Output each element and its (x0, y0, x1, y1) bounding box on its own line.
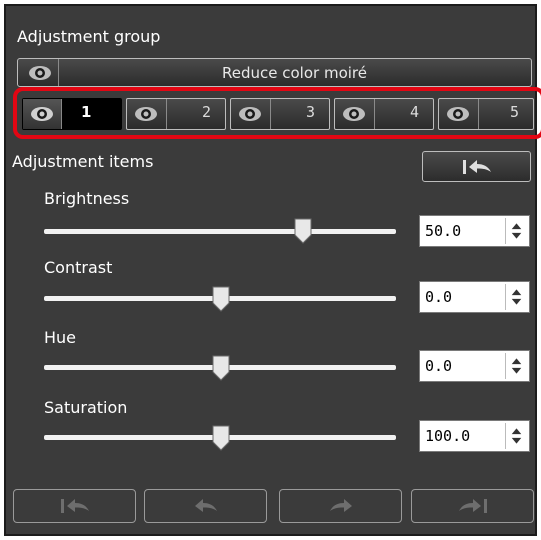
group-2-label: 2 (201, 103, 211, 121)
group-3-label: 3 (305, 103, 315, 121)
eye-icon[interactable] (231, 99, 269, 129)
contrast-slider-thumb[interactable] (212, 286, 230, 312)
reduce-color-moire-label: Reduce color moiré (222, 63, 367, 82)
spinner-arrows-icon[interactable] (505, 353, 527, 379)
brightness-value-field[interactable]: 50.0 (419, 215, 530, 247)
reset-items-button[interactable] (422, 151, 531, 182)
hue-label: Hue (44, 328, 77, 347)
eye-icon[interactable] (335, 99, 373, 129)
contrast-label: Contrast (44, 258, 113, 277)
hue-value-field[interactable]: 0.0 (419, 350, 530, 382)
reduce-color-moire-button[interactable]: Reduce color moiré (17, 58, 532, 87)
spinner-arrows-icon[interactable] (505, 218, 527, 244)
reset-to-start-icon (463, 160, 491, 174)
brightness-slider-thumb[interactable] (294, 218, 312, 244)
group-1-button[interactable]: 1 (22, 98, 122, 130)
spinner-arrows-icon[interactable] (505, 284, 527, 310)
saturation-value-field[interactable]: 100.0 (419, 420, 530, 452)
redo-to-end-icon (458, 499, 487, 513)
group-1-label: 1 (81, 103, 92, 121)
eye-icon[interactable] (127, 99, 165, 129)
redo-all-button[interactable] (411, 489, 534, 523)
brightness-label: Brightness (44, 189, 130, 208)
adjustment-group-heading: Adjustment group (17, 27, 161, 46)
group-3-button[interactable]: 3 (230, 98, 330, 130)
eye-icon[interactable] (439, 99, 477, 129)
contrast-value-field[interactable]: 0.0 (419, 281, 530, 313)
redo-button[interactable] (279, 489, 402, 523)
reset-all-button[interactable] (13, 489, 136, 523)
contrast-value: 0.0 (425, 288, 453, 306)
group-4-label: 4 (409, 103, 419, 121)
saturation-value: 100.0 (425, 427, 471, 445)
saturation-label: Saturation (44, 398, 128, 417)
saturation-slider-thumb[interactable] (212, 425, 230, 451)
group-4-button[interactable]: 4 (334, 98, 434, 130)
brightness-slider-track[interactable] (44, 229, 396, 234)
adjustment-items-heading: Adjustment items (12, 152, 154, 171)
reset-to-start-icon (60, 499, 89, 513)
hue-value: 0.0 (425, 357, 453, 375)
spinner-arrows-icon[interactable] (505, 423, 527, 449)
group-2-button[interactable]: 2 (126, 98, 226, 130)
undo-icon (194, 499, 217, 512)
undo-button[interactable] (144, 489, 267, 523)
eye-icon[interactable] (23, 99, 62, 129)
redo-icon (329, 499, 352, 512)
hue-slider-thumb[interactable] (212, 355, 230, 381)
group-5-button[interactable]: 5 (438, 98, 534, 130)
group-5-label: 5 (509, 103, 519, 121)
brightness-value: 50.0 (425, 222, 462, 240)
